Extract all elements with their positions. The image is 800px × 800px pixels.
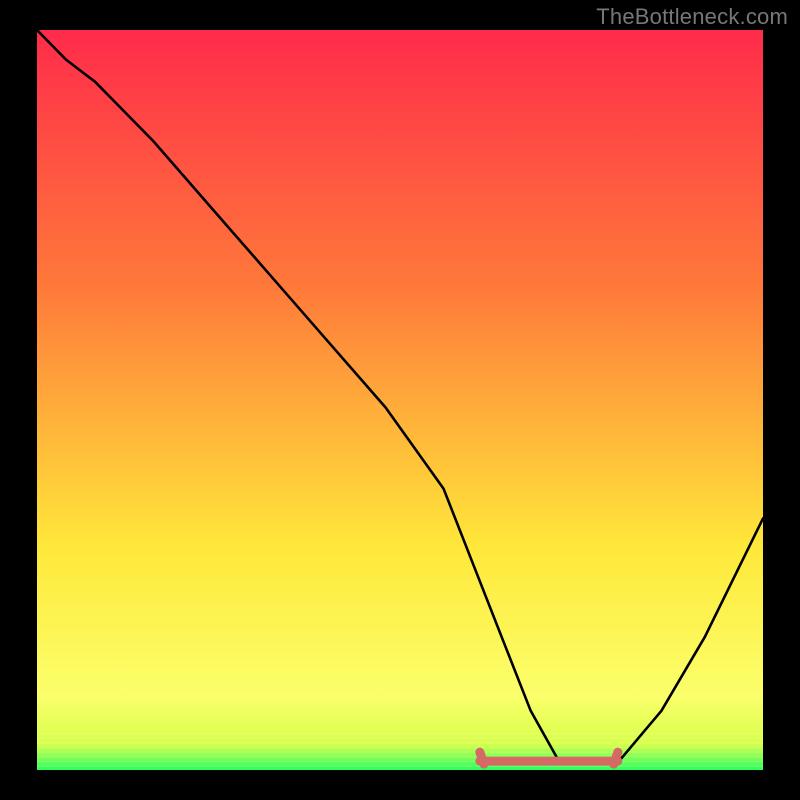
- gradient-striation: [37, 756, 763, 757]
- gradient-striation: [37, 742, 763, 743]
- gradient-striation: [37, 752, 763, 753]
- watermark-text: TheBottleneck.com: [596, 4, 788, 30]
- chart-frame: TheBottleneck.com: [0, 0, 800, 800]
- plot-area: [37, 30, 763, 770]
- gradient-background: [37, 30, 763, 770]
- gradient-striation: [37, 765, 763, 766]
- gradient-striation: [37, 733, 763, 734]
- optimal-range-cap-left: [480, 752, 484, 764]
- gradient-striation: [37, 761, 763, 762]
- gradient-striation: [37, 747, 763, 748]
- chart-svg: [37, 30, 763, 770]
- optimal-range-cap-right: [614, 752, 618, 764]
- gradient-striation: [37, 738, 763, 739]
